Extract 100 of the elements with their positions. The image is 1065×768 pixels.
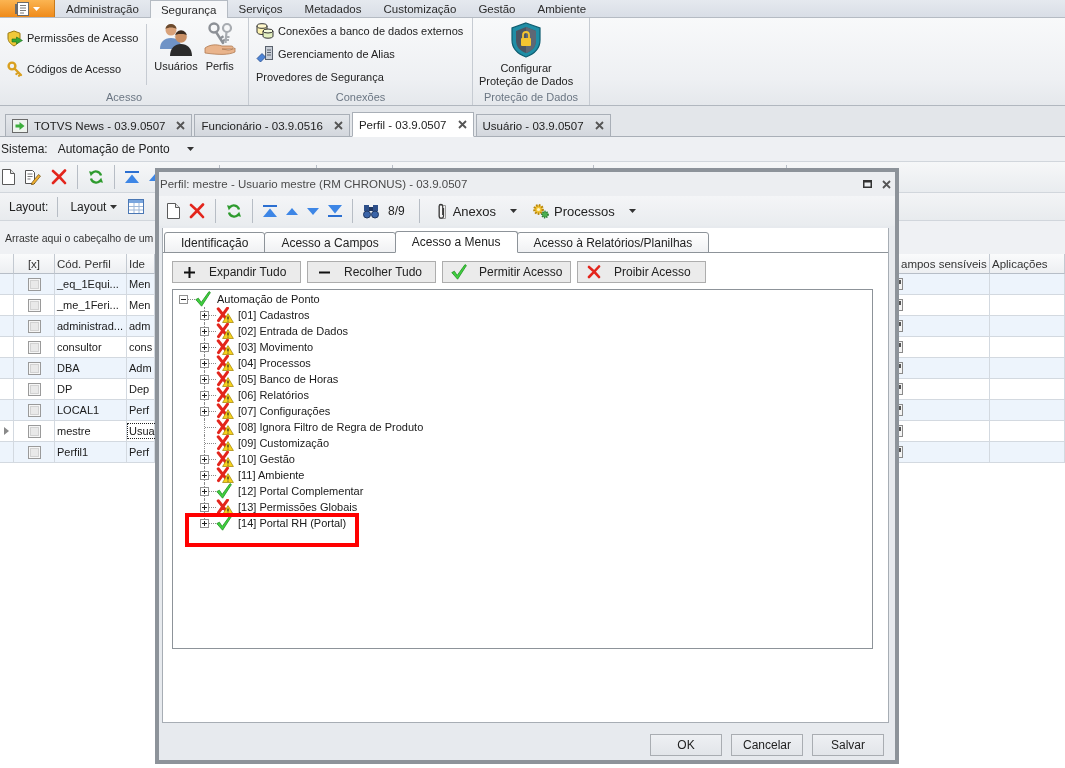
new-document-icon[interactable] xyxy=(167,203,180,219)
plus-box-icon[interactable] xyxy=(200,310,209,320)
table-cell: Usua xyxy=(129,425,155,437)
new-document-icon[interactable] xyxy=(2,169,15,185)
save-button[interactable]: Salvar xyxy=(812,733,884,756)
close-icon[interactable] xyxy=(882,179,891,189)
close-icon[interactable] xyxy=(176,121,186,130)
attachments-menu-button[interactable]: Anexos xyxy=(433,202,521,220)
row-header-cell[interactable] xyxy=(0,442,14,463)
first-record-icon[interactable] xyxy=(125,171,139,183)
table-icon[interactable] xyxy=(128,199,145,214)
document-tab[interactable]: Funcionário - 03.9.0516 xyxy=(194,114,350,137)
ribbon-button[interactable]: Usuários xyxy=(152,18,200,89)
caret-icon xyxy=(110,204,118,209)
tree-item[interactable]: [11] Ambiente xyxy=(238,469,305,481)
edit-document-icon[interactable] xyxy=(25,169,41,185)
ribbon-tab[interactable]: Administração xyxy=(55,0,150,17)
ribbon-tab[interactable]: Serviços xyxy=(227,0,294,17)
tree-item[interactable]: [03] Movimento xyxy=(238,341,314,353)
tree-item[interactable]: [09] Customização xyxy=(238,437,330,449)
plus-box-icon[interactable] xyxy=(200,454,209,464)
tree-item[interactable]: [10] Gestão xyxy=(238,453,295,465)
ribbon-button[interactable]: Gerenciamento de Alias xyxy=(253,43,467,64)
checkbox[interactable] xyxy=(27,298,41,312)
refresh-icon[interactable] xyxy=(226,203,242,219)
tree-item[interactable]: [04] Processos xyxy=(238,357,311,369)
checkbox[interactable] xyxy=(27,277,41,291)
tree-item[interactable]: [05] Banco de Horas xyxy=(238,373,339,385)
app-menu-button[interactable] xyxy=(0,0,55,17)
checkbox[interactable] xyxy=(27,445,41,459)
plus-box-icon[interactable] xyxy=(200,406,209,416)
tree-item[interactable]: Automação de Ponto xyxy=(217,293,320,305)
checkbox[interactable] xyxy=(27,403,41,417)
refresh-icon[interactable] xyxy=(88,169,104,185)
tree-item[interactable]: [14] Portal RH (Portal) xyxy=(238,517,347,529)
tree-item[interactable]: [01] Cadastros xyxy=(238,309,310,321)
plus-box-icon[interactable] xyxy=(200,342,209,352)
tree-item[interactable]: [02] Entrada de Dados xyxy=(238,325,349,337)
table-cell: adm xyxy=(129,320,151,332)
checkbox[interactable] xyxy=(27,424,41,438)
tree-item[interactable]: [06] Relatórios xyxy=(238,389,309,401)
ribbon-tab[interactable]: Gestão xyxy=(467,0,527,17)
ribbon-group-label: Acesso xyxy=(104,90,144,105)
plus-box-icon[interactable] xyxy=(200,502,209,512)
expand-all-button[interactable]: Expandir Tudo xyxy=(172,261,301,283)
deny-access-button[interactable]: Proibir Acesso xyxy=(577,261,706,283)
tree-item[interactable]: [12] Portal Complementar xyxy=(238,485,364,497)
close-icon[interactable] xyxy=(594,121,604,130)
maximize-icon[interactable] xyxy=(863,180,872,188)
ok-button[interactable]: OK xyxy=(650,733,722,756)
tab[interactable]: Acesso a Menus xyxy=(394,231,518,253)
checkbox[interactable] xyxy=(27,361,41,375)
checkbox[interactable] xyxy=(27,319,41,333)
tree-item[interactable]: [08] Ignora Filtro de Regra de Produto xyxy=(238,421,424,433)
layout-menu-button[interactable]: Layout xyxy=(67,199,121,214)
next-record-icon[interactable] xyxy=(307,207,319,215)
plus-box-icon[interactable] xyxy=(200,358,209,368)
ribbon-button[interactable]: Conexões a banco de dados externos xyxy=(253,20,467,41)
ribbon-button[interactable]: Códigos de Acesso xyxy=(4,58,142,80)
ribbon-button[interactable]: Configurar Proteção de Dados xyxy=(477,18,576,89)
tab[interactable]: Acesso a Campos xyxy=(264,232,396,253)
document-tab[interactable]: Usuário - 03.9.0507 xyxy=(475,114,611,137)
tree-item[interactable]: [13] Permissões Globais xyxy=(238,501,358,513)
document-tab[interactable]: Perfil - 03.9.0507 xyxy=(351,112,474,137)
plus-box-icon[interactable] xyxy=(200,470,209,480)
previous-record-icon[interactable] xyxy=(286,207,298,215)
document-tab[interactable]: TOTVS News - 03.9.0507 xyxy=(5,114,193,137)
delete-x-icon[interactable] xyxy=(51,169,67,185)
table-cell: Perf xyxy=(129,446,150,458)
ribbon-button[interactable]: Permissões de Acesso xyxy=(4,27,142,49)
tree-item[interactable]: [07] Configurações xyxy=(238,405,331,417)
ribbon-button[interactable]: Perfis xyxy=(201,18,238,89)
close-icon[interactable] xyxy=(457,120,467,129)
plus-box-icon[interactable] xyxy=(200,486,209,496)
checkbox[interactable] xyxy=(27,382,41,396)
tab[interactable]: Acesso à Relatórios/Planilhas xyxy=(516,232,710,253)
ribbon-button[interactable]: Provedores de Segurança xyxy=(253,66,467,87)
plus-box-icon[interactable] xyxy=(200,326,209,336)
cancel-button[interactable]: Cancelar xyxy=(731,733,803,756)
document-icon xyxy=(14,1,29,16)
binoculars-icon[interactable] xyxy=(363,203,379,219)
plus-box-icon[interactable] xyxy=(200,518,209,528)
last-record-icon[interactable] xyxy=(328,205,342,217)
arrow-box-icon xyxy=(12,118,28,133)
minus-box-icon[interactable] xyxy=(179,294,188,304)
checkbox[interactable] xyxy=(27,340,41,354)
ribbon-tab[interactable]: Ambiente xyxy=(526,0,598,17)
first-record-icon[interactable] xyxy=(263,205,277,217)
plus-box-icon[interactable] xyxy=(200,390,209,400)
system-select[interactable]: Automação de Ponto xyxy=(53,142,198,156)
plus-box-icon[interactable] xyxy=(200,374,209,384)
ribbon-tab[interactable]: Customização xyxy=(372,0,468,17)
processes-menu-button[interactable]: Processos xyxy=(529,203,639,219)
close-icon[interactable] xyxy=(333,121,343,130)
collapse-all-button[interactable]: Recolher Tudo xyxy=(307,261,436,283)
ribbon-tab[interactable]: Metadados xyxy=(293,0,373,17)
delete-x-icon[interactable] xyxy=(189,203,205,219)
allow-access-button[interactable]: Permitir Acesso xyxy=(442,261,571,283)
ribbon-tab[interactable]: Segurança xyxy=(149,0,228,18)
tab[interactable]: Identificação xyxy=(164,232,266,253)
